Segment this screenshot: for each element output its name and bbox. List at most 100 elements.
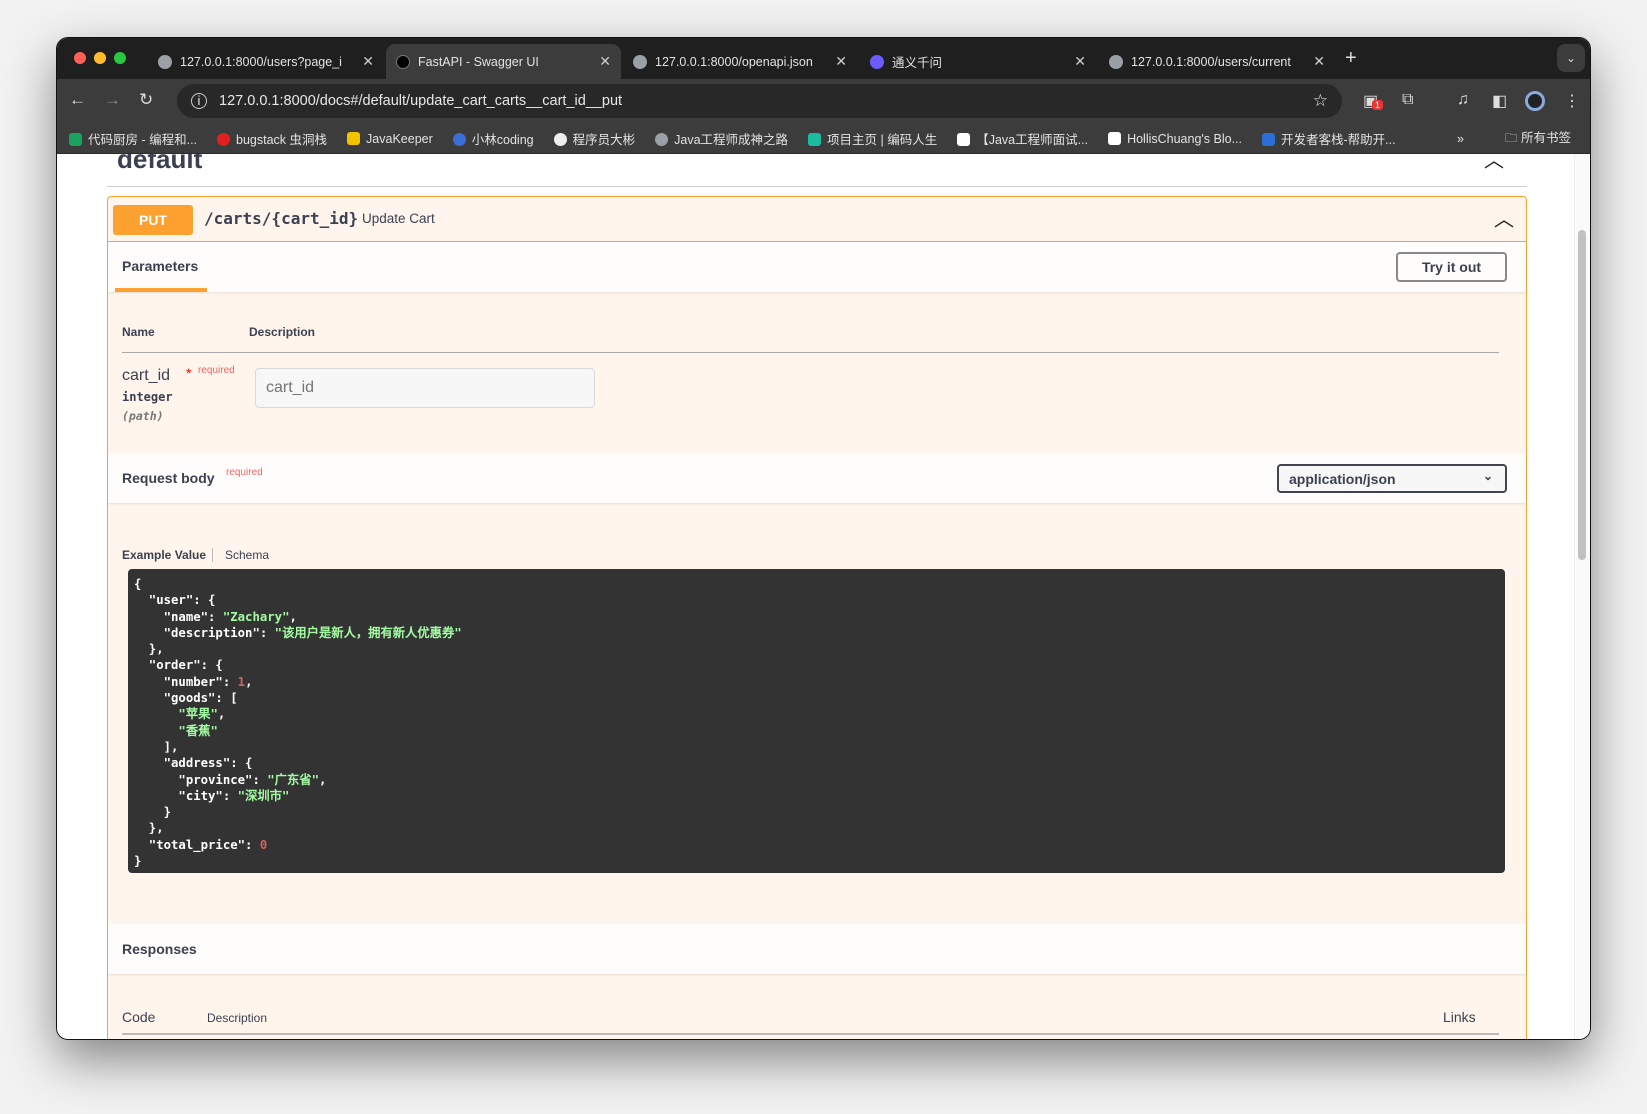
content-type-select[interactable]: application/json ⌄ bbox=[1277, 464, 1507, 493]
bookmark-icon bbox=[347, 131, 361, 145]
tab-tongyi[interactable]: 通义千问 ✕ bbox=[860, 44, 1096, 79]
bookmark-label: Java工程师成神之路 bbox=[674, 133, 789, 147]
all-bookmarks-label: 所有书签 bbox=[1520, 131, 1571, 145]
tab-swagger[interactable]: FastAPI - Swagger UI ✕ bbox=[386, 44, 621, 79]
bookmark-icon bbox=[217, 133, 231, 146]
forward-button[interactable]: → bbox=[104, 90, 121, 110]
column-description: Description bbox=[207, 1011, 268, 1025]
scrollbar-thumb[interactable] bbox=[1578, 230, 1586, 560]
bookmark-icon bbox=[1108, 131, 1122, 145]
bookmark-item[interactable]: 开发者客栈-帮助开... bbox=[1262, 129, 1396, 148]
endpoint-summary: Update Cart bbox=[362, 211, 435, 226]
bookmark-label: JavaKeeper bbox=[366, 131, 433, 146]
all-bookmarks-button[interactable]: 🗀 所有书签 bbox=[1505, 127, 1571, 150]
bookmark-item[interactable]: JavaKeeper bbox=[347, 131, 433, 146]
url-text: 127.0.0.1:8000/docs#/default/update_cart… bbox=[219, 93, 623, 109]
globe-icon bbox=[655, 133, 669, 146]
endpoint-path: /carts/{cart_id} bbox=[204, 209, 359, 228]
media-control-icon[interactable]: ♫ bbox=[1457, 91, 1469, 109]
bookmark-item[interactable]: 程序员大彬 bbox=[553, 129, 636, 148]
minimize-window-button[interactable] bbox=[94, 52, 106, 64]
globe-icon bbox=[1109, 54, 1123, 69]
param-location: (path) bbox=[122, 409, 164, 423]
bookmark-label: 程序员大彬 bbox=[572, 133, 636, 147]
tab-example-value[interactable]: Example Value bbox=[122, 548, 214, 562]
page-content: default ︿ PUT /carts/{cart_id} Update Ca… bbox=[57, 154, 1590, 1039]
extensions-puzzle-icon[interactable]: ⧉ bbox=[1402, 91, 1413, 109]
bookmark-icon bbox=[1262, 133, 1276, 146]
column-links: Links bbox=[1443, 1009, 1476, 1025]
request-body-header: Request body required application/json ⌄ bbox=[108, 453, 1526, 503]
globe-icon bbox=[633, 54, 647, 69]
param-name: cart_id bbox=[122, 367, 171, 384]
tab-schema[interactable]: Schema bbox=[225, 548, 269, 562]
code-value: Zachary bbox=[230, 609, 283, 624]
bookmark-item[interactable]: 小林coding bbox=[452, 129, 534, 148]
close-tab-icon[interactable]: ✕ bbox=[599, 53, 611, 70]
tab-title: 通义千问 bbox=[892, 56, 943, 70]
bookmark-item[interactable]: HollisChuang's Blo... bbox=[1108, 131, 1243, 146]
method-badge: PUT bbox=[113, 205, 193, 235]
required-star: * bbox=[186, 365, 192, 381]
extension-badge: 1 bbox=[1372, 100, 1384, 110]
request-body-title: Request body bbox=[122, 470, 215, 486]
divider bbox=[122, 352, 1499, 353]
close-tab-icon[interactable]: ✕ bbox=[1313, 53, 1325, 70]
close-tab-icon[interactable]: ✕ bbox=[1074, 53, 1086, 70]
required-label: required bbox=[226, 467, 263, 478]
tongyi-icon bbox=[870, 54, 884, 69]
param-type: integer bbox=[122, 390, 173, 404]
bookmark-label: 代码厨房 - 编程和... bbox=[88, 133, 198, 147]
column-code: Code bbox=[122, 1009, 156, 1025]
scrollbar[interactable] bbox=[1574, 154, 1590, 1039]
operation-block: PUT /carts/{cart_id} Update Cart ︿ Param… bbox=[107, 196, 1527, 1039]
tab-current-user[interactable]: 127.0.0.1:8000/users/current ✕ bbox=[1099, 44, 1335, 79]
bookmark-item[interactable]: 代码厨房 - 编程和... bbox=[69, 129, 197, 148]
cart-id-input[interactable] bbox=[255, 368, 595, 408]
divider bbox=[122, 1033, 1499, 1035]
profile-avatar[interactable] bbox=[1525, 91, 1545, 111]
bookmark-star-icon[interactable]: ☆ bbox=[1313, 91, 1328, 111]
maximize-window-button[interactable] bbox=[114, 52, 126, 64]
code-value: 苹果 bbox=[185, 707, 211, 722]
tab-openapi[interactable]: 127.0.0.1:8000/openapi.json ✕ bbox=[623, 44, 857, 79]
content-type-value: application/json bbox=[1289, 471, 1396, 487]
example-code-block: { "user": { "name": "Zachary", "descript… bbox=[128, 569, 1505, 873]
bookmark-label: 项目主页 | 编码人生 bbox=[827, 133, 938, 147]
back-button[interactable]: ← bbox=[69, 90, 86, 110]
globe-icon bbox=[158, 54, 172, 69]
toolbar: ← → ↻ i 127.0.0.1:8000/docs#/default/upda… bbox=[57, 79, 1590, 124]
bookmark-item[interactable]: Java工程师成神之路 bbox=[655, 129, 788, 148]
more-bookmarks-button[interactable]: » bbox=[1457, 132, 1464, 146]
chevron-up-icon[interactable]: ︿ bbox=[1494, 203, 1514, 232]
bookmark-item[interactable]: 项目主页 | 编码人生 bbox=[808, 129, 937, 148]
side-panel-icon[interactable]: ◧ bbox=[1492, 91, 1507, 111]
column-name: Name bbox=[122, 325, 155, 339]
tab-users[interactable]: 127.0.0.1:8000/users?page_i ✕ bbox=[148, 44, 384, 79]
divider bbox=[107, 186, 1527, 187]
bookmark-item[interactable]: bugstack 虫洞栈 bbox=[217, 129, 327, 148]
tab-parameters[interactable]: Parameters bbox=[122, 258, 198, 274]
new-tab-button[interactable]: + bbox=[1345, 47, 1357, 70]
code-value: 1 bbox=[237, 674, 246, 689]
extension-icon[interactable]: ▣ 1 bbox=[1363, 91, 1384, 111]
try-it-out-button[interactable]: Try it out bbox=[1396, 252, 1507, 282]
close-tab-icon[interactable]: ✕ bbox=[362, 53, 374, 70]
site-info-icon[interactable]: i bbox=[191, 93, 207, 109]
reload-button[interactable]: ↻ bbox=[139, 90, 153, 110]
bookmark-label: HollisChuang's Blo... bbox=[1127, 131, 1243, 146]
bookmark-icon bbox=[957, 133, 971, 146]
address-bar[interactable]: i 127.0.0.1:8000/docs#/default/update_car… bbox=[177, 84, 1342, 118]
tab-search-button[interactable]: ⌄ bbox=[1557, 44, 1585, 72]
fastapi-icon bbox=[396, 54, 410, 69]
bookmark-label: 小林coding bbox=[471, 133, 534, 147]
section-title[interactable]: default bbox=[117, 154, 202, 175]
tab-title: 127.0.0.1:8000/openapi.json bbox=[655, 54, 813, 69]
collapse-section-icon[interactable]: ︿ bbox=[1484, 154, 1504, 173]
operation-summary[interactable]: PUT /carts/{cart_id} Update Cart ︿ bbox=[108, 197, 1526, 242]
close-window-button[interactable] bbox=[74, 52, 86, 64]
bookmark-item[interactable]: 【Java工程师面试... bbox=[957, 129, 1088, 148]
required-label: required bbox=[198, 365, 235, 376]
menu-icon[interactable]: ⋮ bbox=[1564, 91, 1580, 111]
close-tab-icon[interactable]: ✕ bbox=[835, 53, 847, 70]
